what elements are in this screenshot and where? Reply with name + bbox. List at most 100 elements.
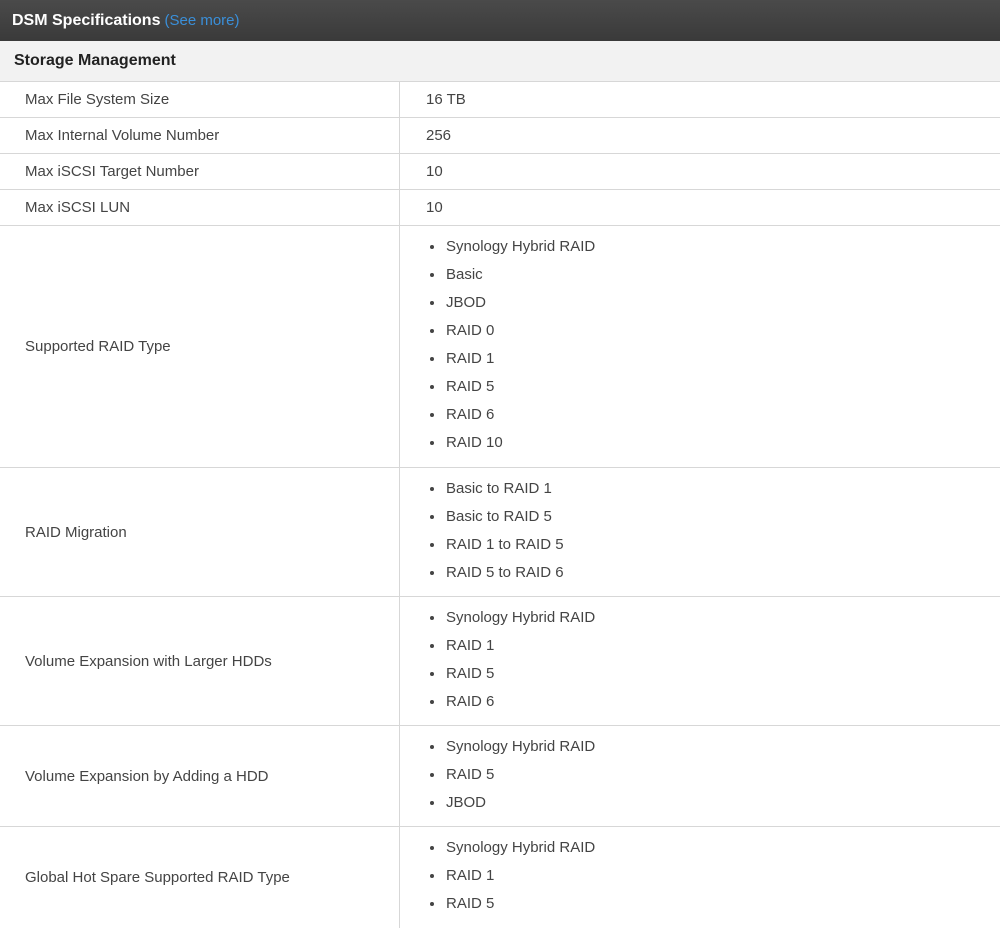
list-item: JBOD: [430, 289, 595, 317]
bullet-icon: [430, 245, 434, 249]
list-item-text: RAID 10: [446, 434, 503, 451]
bullet-icon: [430, 700, 434, 704]
table-row: Max File System Size 16 TB: [0, 82, 1000, 118]
raid-list: Synology Hybrid RAID RAID 1 RAID 5 RAID …: [430, 604, 595, 716]
row-value: 10: [426, 199, 443, 216]
bullet-icon: [430, 273, 434, 277]
list-item-text: RAID 1 to RAID 5: [446, 536, 564, 553]
list-item: Synology Hybrid RAID: [430, 733, 595, 761]
bullet-icon: [430, 357, 434, 361]
row-value-list: Synology Hybrid RAID RAID 5 JBOD: [400, 726, 1000, 826]
header-title: DSM Specifications: [12, 11, 161, 29]
bullet-icon: [430, 846, 434, 850]
list-item-text: RAID 5: [446, 378, 495, 395]
list-item-text: Basic to RAID 1: [446, 480, 552, 497]
table-row: Max iSCSI LUN 10: [0, 190, 1000, 226]
bullet-icon: [430, 515, 434, 519]
table-row: Global Hot Spare Supported RAID Type Syn…: [0, 827, 1000, 928]
bullet-icon: [430, 413, 434, 417]
section-header: Storage Management: [0, 41, 1000, 82]
table-row: Supported RAID Type Synology Hybrid RAID…: [0, 226, 1000, 468]
bullet-icon: [430, 571, 434, 575]
row-label: Volume Expansion by Adding a HDD: [0, 726, 400, 826]
bullet-icon: [430, 874, 434, 878]
bullet-icon: [430, 385, 434, 389]
row-value: 10: [426, 163, 443, 180]
list-item: JBOD: [430, 789, 595, 817]
list-item: Basic to RAID 1: [430, 475, 564, 503]
bullet-icon: [430, 487, 434, 491]
bullet-icon: [430, 616, 434, 620]
spec-header: DSM Specifications (See more): [0, 0, 1000, 41]
raid-list: Synology Hybrid RAID Basic JBOD RAID 0 R…: [430, 233, 595, 457]
row-value: 16 TB: [426, 91, 466, 108]
table-row: RAID Migration Basic to RAID 1 Basic to …: [0, 468, 1000, 597]
list-item: RAID 1: [430, 345, 595, 373]
bullet-icon: [430, 329, 434, 333]
row-value-list: Synology Hybrid RAID RAID 1 RAID 5 RAID …: [400, 597, 1000, 725]
list-item: RAID 6: [430, 401, 595, 429]
list-item: Basic to RAID 5: [430, 503, 564, 531]
list-item: Synology Hybrid RAID: [430, 604, 595, 632]
list-item-text: JBOD: [446, 294, 487, 311]
row-value-list: Synology Hybrid RAID RAID 1 RAID 5: [400, 827, 1000, 928]
list-item: Basic: [430, 261, 595, 289]
list-item-text: RAID 1: [446, 637, 495, 654]
bullet-icon: [430, 301, 434, 305]
list-item-text: Basic to RAID 5: [446, 508, 552, 525]
row-label: RAID Migration: [0, 468, 400, 596]
table-row: Volume Expansion by Adding a HDD Synolog…: [0, 726, 1000, 827]
list-item-text: JBOD: [446, 794, 487, 811]
row-label: Global Hot Spare Supported RAID Type: [0, 827, 400, 928]
bullet-icon: [430, 543, 434, 547]
raid-list: Synology Hybrid RAID RAID 1 RAID 5: [430, 834, 595, 918]
table-row: Max Internal Volume Number 256: [0, 118, 1000, 154]
list-item-text: RAID 5: [446, 895, 495, 912]
list-item: RAID 5: [430, 373, 595, 401]
row-label: Max iSCSI Target Number: [0, 154, 400, 189]
spec-table: Max File System Size 16 TB Max Internal …: [0, 82, 1000, 928]
list-item: RAID 0: [430, 317, 595, 345]
list-item: RAID 1: [430, 632, 595, 660]
row-value: 256: [426, 127, 452, 144]
list-item-text: Synology Hybrid RAID: [446, 238, 596, 255]
list-item-text: RAID 1: [446, 350, 495, 367]
list-item-text: RAID 5: [446, 766, 495, 783]
row-label: Supported RAID Type: [0, 226, 400, 467]
table-row: Volume Expansion with Larger HDDs Synolo…: [0, 597, 1000, 726]
bullet-icon: [430, 441, 434, 445]
row-label: Volume Expansion with Larger HDDs: [0, 597, 400, 725]
bullet-icon: [430, 745, 434, 749]
list-item-text: Synology Hybrid RAID: [446, 738, 596, 755]
see-more-link[interactable]: (See more): [164, 12, 239, 29]
row-label: Max File System Size: [0, 82, 400, 117]
list-item-text: RAID 5 to RAID 6: [446, 564, 564, 581]
list-item: RAID 5: [430, 761, 595, 789]
list-item-text: Synology Hybrid RAID: [446, 839, 596, 856]
list-item-text: RAID 0: [446, 322, 495, 339]
bullet-icon: [430, 801, 434, 805]
bullet-icon: [430, 672, 434, 676]
list-item-text: RAID 1: [446, 867, 495, 884]
list-item-text: RAID 6: [446, 406, 495, 423]
list-item-text: Synology Hybrid RAID: [446, 609, 596, 626]
list-item: RAID 5: [430, 890, 595, 918]
bullet-icon: [430, 773, 434, 777]
list-item-text: Basic: [446, 266, 483, 283]
list-item: RAID 1 to RAID 5: [430, 531, 564, 559]
row-value-list: Basic to RAID 1 Basic to RAID 5 RAID 1 t…: [400, 468, 1000, 596]
bullet-icon: [430, 644, 434, 648]
list-item-text: RAID 6: [446, 693, 495, 710]
list-item-text: RAID 5: [446, 665, 495, 682]
list-item: RAID 10: [430, 429, 595, 457]
list-item: Synology Hybrid RAID: [430, 233, 595, 261]
bullet-icon: [430, 902, 434, 906]
raid-list: Basic to RAID 1 Basic to RAID 5 RAID 1 t…: [430, 475, 564, 587]
row-value-list: Synology Hybrid RAID Basic JBOD RAID 0 R…: [400, 226, 1000, 467]
row-label: Max iSCSI LUN: [0, 190, 400, 225]
table-row: Max iSCSI Target Number 10: [0, 154, 1000, 190]
section-title: Storage Management: [14, 52, 176, 69]
list-item: RAID 5: [430, 660, 595, 688]
list-item: RAID 5 to RAID 6: [430, 559, 564, 587]
list-item: Synology Hybrid RAID: [430, 834, 595, 862]
